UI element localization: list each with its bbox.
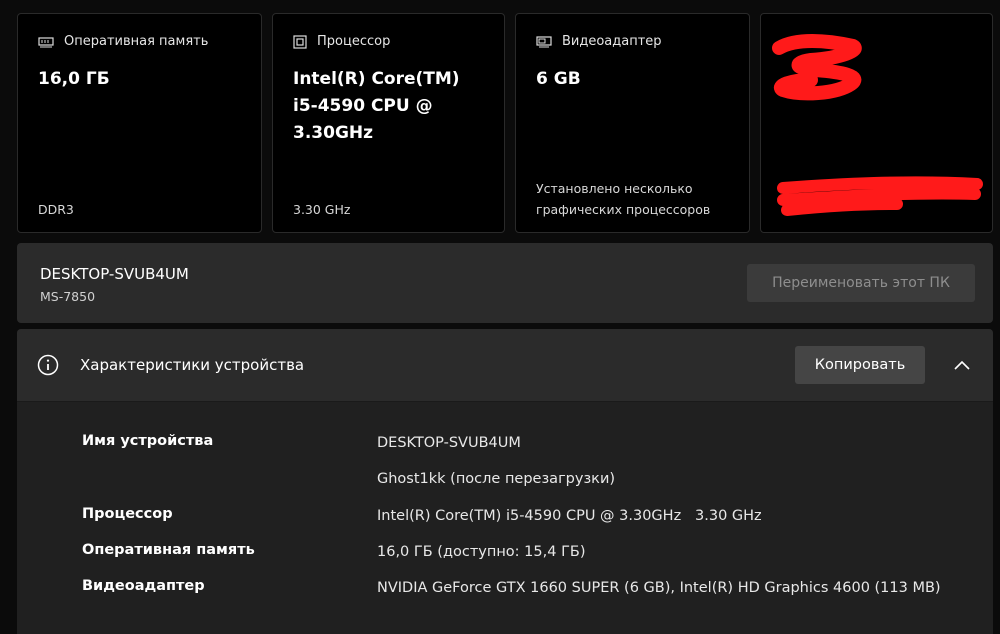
memory-card-title: Оперативная память (64, 34, 209, 49)
processor-card-title: Процессор (317, 34, 391, 49)
copy-button[interactable]: Копировать (795, 346, 925, 384)
spec-label: Оперативная память (82, 542, 255, 558)
processor-card-header: Процессор (293, 34, 390, 49)
device-model: MS-7850 (40, 289, 96, 304)
processor-card: Процессор Intel(R) Core(TM) i5-4590 CPU … (272, 13, 505, 233)
display-adapter-card: Видеоадаптер 6 GB Установлено несколько … (515, 13, 750, 233)
processor-icon (293, 34, 307, 49)
spec-label: Процессор (82, 506, 173, 522)
device-specifications-panel: Характеристики устройства Копировать Имя… (17, 329, 993, 634)
spec-value: DESKTOP-SVUB4UM (377, 435, 521, 451)
redaction-mark-top (772, 34, 862, 101)
spec-value: Ghost1kk (после перезагрузки) (377, 471, 616, 487)
device-specifications-title: Характеристики устройства (80, 356, 305, 374)
memory-card: Оперативная память 16,0 ГБ DDR3 (17, 13, 262, 233)
redacted-card (760, 13, 993, 233)
processor-card-detail: 3.30 GHz (293, 202, 351, 217)
chevron-up-icon[interactable] (953, 356, 971, 375)
rename-pc-button[interactable]: Переименовать этот ПК (747, 264, 975, 302)
spec-value: Intel(R) Core(TM) i5-4590 CPU @ 3.30GHz … (377, 508, 762, 524)
info-icon (37, 354, 59, 380)
memory-icon (38, 36, 54, 48)
display-adapter-card-header: Видеоадаптер (536, 34, 662, 49)
device-name-bar: DESKTOP-SVUB4UM MS-7850 Переименовать эт… (17, 243, 993, 323)
spec-value: 16,0 ГБ (доступно: 15,4 ГБ) (377, 544, 586, 560)
device-specifications-header[interactable]: Характеристики устройства Копировать (17, 329, 993, 402)
memory-card-detail: DDR3 (38, 202, 74, 217)
device-name: DESKTOP-SVUB4UM (40, 265, 189, 283)
spec-label: Имя устройства (82, 433, 214, 449)
memory-card-value: 16,0 ГБ (38, 69, 110, 89)
spec-label: Видеоадаптер (82, 578, 205, 594)
display-adapter-icon (536, 35, 552, 48)
display-adapter-card-title: Видеоадаптер (562, 34, 662, 49)
memory-card-header: Оперативная память (38, 34, 208, 49)
processor-card-value: Intel(R) Core(TM) i5-4590 CPU @ 3.30GHz (293, 69, 460, 143)
display-adapter-card-detail: Установлено несколько графических процес… (536, 181, 711, 217)
spec-value: NVIDIA GeForce GTX 1660 SUPER (6 GB), In… (377, 580, 941, 596)
redaction-mark-bottom (777, 176, 983, 216)
display-adapter-card-value: 6 GB (536, 69, 581, 89)
